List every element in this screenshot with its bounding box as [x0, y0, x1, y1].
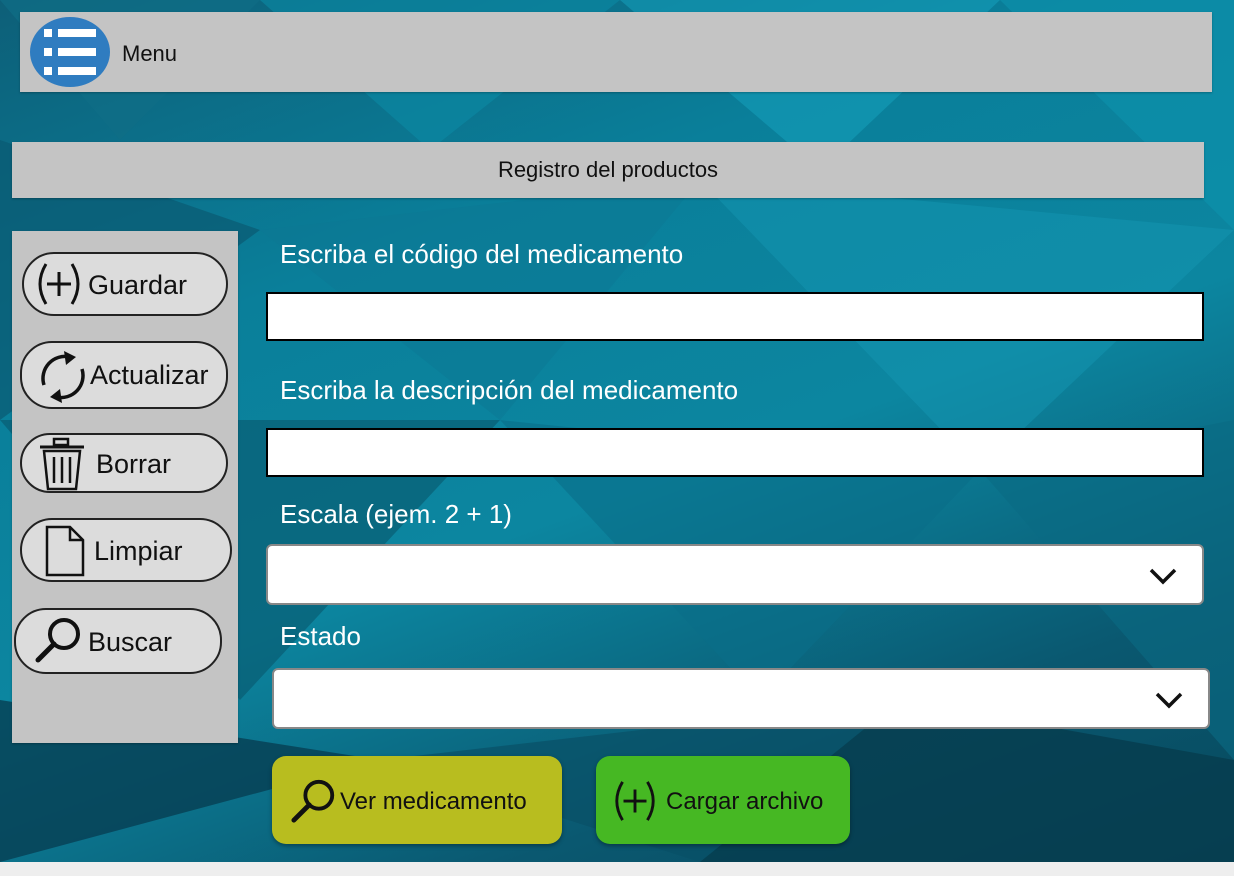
load-file-button[interactable]: Cargar archivo	[596, 756, 850, 844]
view-medication-button[interactable]: Ver medicamento	[272, 756, 562, 844]
trash-icon	[38, 437, 86, 498]
update-button[interactable]: Actualizar	[20, 341, 228, 409]
view-medication-label: Ver medicamento	[340, 788, 527, 815]
plus-circle-icon	[32, 260, 86, 313]
description-input[interactable]	[266, 428, 1204, 477]
plus-circle-icon	[608, 778, 662, 829]
refresh-icon	[36, 349, 90, 410]
clear-button[interactable]: Limpiar	[20, 518, 232, 582]
page-title: Registro del productos	[497, 157, 719, 182]
clear-label: Limpiar	[94, 536, 183, 566]
description-label: Escriba la descripción del medicamento	[280, 375, 739, 405]
chevron-down-icon	[1148, 566, 1178, 591]
save-label: Guardar	[88, 270, 188, 300]
search-icon	[290, 778, 338, 831]
sidebar: Guardar Actualizar Borrar Limpiar Buscar	[12, 231, 238, 743]
status-select[interactable]	[272, 668, 1210, 729]
code-input[interactable]	[266, 292, 1204, 341]
menu-label[interactable]: Menu	[122, 41, 177, 67]
chevron-down-icon	[1154, 690, 1184, 715]
document-icon	[44, 524, 86, 583]
code-label: Escriba el código del medicamento	[280, 239, 684, 269]
load-file-label: Cargar archivo	[666, 788, 824, 815]
delete-button[interactable]: Borrar	[20, 433, 228, 493]
scale-select[interactable]	[266, 544, 1204, 605]
search-button[interactable]: Buscar	[14, 608, 222, 674]
status-label: Estado	[280, 621, 361, 651]
update-label: Actualizar	[90, 360, 209, 390]
scale-label: Escala (ejem. 2 + 1)	[280, 499, 512, 529]
search-icon	[34, 616, 84, 671]
delete-label: Borrar	[96, 449, 172, 479]
title-bar: Registro del productos	[12, 142, 1204, 198]
menu-icon[interactable]	[30, 17, 110, 87]
search-label: Buscar	[88, 627, 173, 657]
menu-bar: Menu	[20, 12, 1212, 92]
save-button[interactable]: Guardar	[22, 252, 228, 316]
